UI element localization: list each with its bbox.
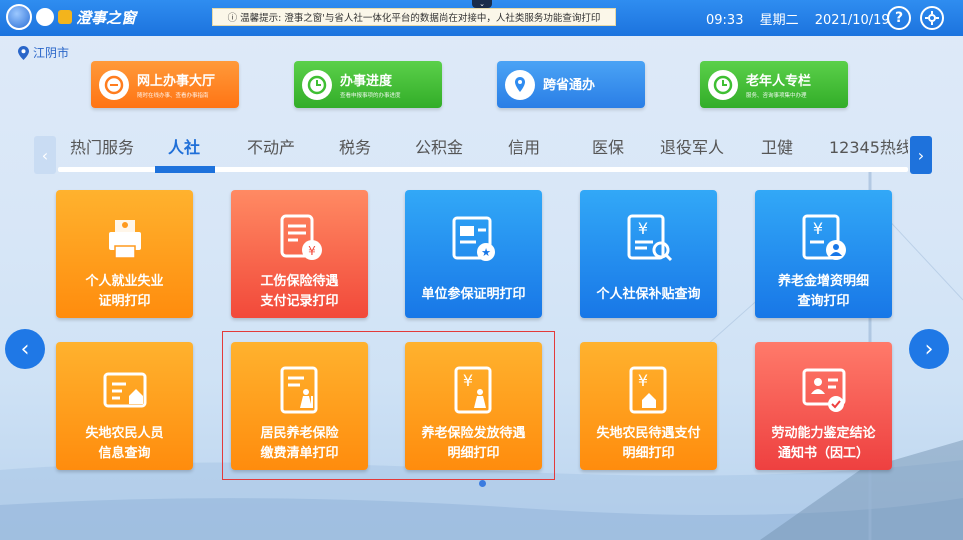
svg-text:¥: ¥ (812, 219, 822, 238)
tab-health[interactable]: 卫健 (761, 134, 793, 158)
yen-house-icon: ¥ (629, 366, 666, 414)
svg-text:★: ★ (481, 246, 491, 259)
svg-text:¥: ¥ (637, 371, 647, 390)
briefcase-certificate-icon: ★ (452, 216, 495, 261)
tile-label-line1: 个人社保补贴查询 (596, 287, 701, 302)
elderly-clock-icon (708, 69, 738, 100)
tile-label-line2: 通知书（因工） (777, 446, 869, 461)
chevron-right-icon: › (924, 336, 934, 362)
tile-label-line2: 证明打印 (98, 294, 151, 309)
tab-hotline-12345[interactable]: 12345热线 (829, 134, 908, 158)
quick-link-title: 网上办事大厅 (137, 74, 216, 89)
page-prev-button[interactable]: ‹ (5, 329, 45, 369)
quick-link-cross-province[interactable]: 跨省通办 (497, 61, 645, 108)
tab-veterans[interactable]: 退役军人 (660, 134, 724, 158)
date-text: 2021/10/19 (814, 13, 890, 28)
city-name: 江阴市 (33, 46, 70, 60)
tab-housing-fund[interactable]: 公积金 (415, 134, 463, 158)
map-pin-icon (505, 69, 535, 100)
tile-label-line1: 失地农民人员 (85, 426, 164, 441)
tile-label-line1: 养老金增资明细 (777, 274, 869, 289)
online-hall-icon (99, 69, 129, 100)
tile-label-line1: 失地农民待遇支付 (596, 426, 701, 441)
tab-real-estate[interactable]: 不动产 (247, 134, 295, 158)
settings-icon[interactable] (920, 6, 944, 30)
tile-landless-farmer-info[interactable]: 失地农民人员 信息查询 (56, 342, 193, 470)
app-logo: 澄事之窗 (6, 4, 136, 30)
tab-active-indicator (155, 166, 215, 173)
category-tabs: 热门服务 人社 不动产 税务 公积金 信用 医保 退役军人 卫健 12345热线 (58, 126, 908, 176)
document-yen-icon: ¥ (280, 214, 322, 260)
svg-text:¥: ¥ (637, 219, 647, 238)
top-bar: 澄事之窗 ⌄ ⓘ 温馨提示: 澄事之窗'与省人社一体化平台的数据尚在对接中，人社… (0, 0, 963, 36)
tile-personal-subsidy-query[interactable]: ¥ 个人社保补贴查询 (580, 190, 717, 318)
gov-emblem-icon (36, 8, 54, 26)
quick-link-subtitle: 服务、咨询事项集中办理 (746, 93, 807, 99)
chevron-right-icon: › (917, 145, 925, 165)
chevron-left-icon: ‹ (20, 336, 30, 362)
tabs-scroll-right-button[interactable]: › (910, 136, 932, 174)
page-next-button[interactable]: › (909, 329, 949, 369)
quick-link-title: 跨省通办 (543, 78, 596, 93)
tile-pension-increase-detail[interactable]: ¥ 养老金增资明细 查询打印 (755, 190, 892, 318)
tile-label-line2: 查询打印 (797, 294, 850, 309)
tab-tax[interactable]: 税务 (339, 134, 371, 158)
question-icon[interactable]: ? (887, 6, 911, 30)
home-globe-icon[interactable] (6, 4, 32, 30)
tab-medical-insurance[interactable]: 医保 (592, 134, 624, 158)
certificate-person-icon (802, 368, 845, 412)
tabs-scroll-left-button[interactable]: ‹ (34, 136, 56, 174)
quick-link-subtitle: 随时在线办事、查看办事指南 (137, 93, 209, 99)
tile-label-line2: 明细打印 (622, 446, 675, 461)
tile-label-line1: 工伤保险待遇 (260, 274, 339, 289)
chevron-down-icon[interactable]: ⌄ (472, 0, 492, 8)
yen-document-elder-icon: ¥ (802, 214, 846, 260)
printer-person-icon (108, 220, 141, 259)
tab-credit[interactable]: 信用 (508, 134, 540, 158)
brand-badge-icon (58, 10, 72, 24)
tile-label-line2: 支付记录打印 (260, 294, 339, 309)
quick-link-subtitle: 查看申报事项的办事进度 (340, 93, 401, 99)
tab-human-resources[interactable]: 人社 (168, 134, 200, 158)
notice-banner: ⓘ 温馨提示: 澄事之窗'与省人社一体化平台的数据尚在对接中，人社类服务功能查询… (212, 8, 616, 26)
highlight-box (222, 331, 555, 480)
document-house-icon (103, 372, 146, 408)
yen-document-search-icon: ¥ (627, 214, 672, 262)
app-title: 澄事之窗 (76, 8, 137, 27)
datetime-display: 09:33 星期二 2021/10/19 (706, 9, 902, 28)
progress-clock-icon (302, 69, 332, 100)
tile-injury-insurance-record[interactable]: ¥ 工伤保险待遇 支付记录打印 (231, 190, 368, 318)
tile-label-line1: 劳动能力鉴定结论 (771, 426, 876, 441)
city-selector[interactable]: 江阴市 (18, 44, 69, 61)
tile-labor-capacity-notice[interactable]: 劳动能力鉴定结论 通知书（因工） (755, 342, 892, 470)
quick-link-elderly[interactable]: 老年人专栏服务、咨询事项集中办理 (700, 61, 848, 108)
time-text: 09:33 (706, 13, 744, 28)
tab-hot-services[interactable]: 热门服务 (70, 134, 134, 158)
weekday-text: 星期二 (759, 13, 799, 28)
tile-employment-certificate[interactable]: 个人就业失业 证明打印 (56, 190, 193, 318)
quick-link-progress[interactable]: 办事进度查看申报事项的办事进度 (294, 61, 442, 108)
chevron-left-icon: ‹ (41, 145, 49, 165)
tile-label-line2: 信息查询 (98, 446, 151, 461)
location-pin-icon (18, 45, 29, 60)
quick-link-title: 老年人专栏 (746, 74, 812, 89)
tile-unit-insurance-certificate[interactable]: ★ 单位参保证明打印 (405, 190, 542, 318)
tile-label-line1: 个人就业失业 (85, 274, 164, 289)
page-indicator-dot[interactable] (479, 480, 486, 487)
tile-label-line1: 单位参保证明打印 (421, 287, 526, 302)
svg-text:¥: ¥ (308, 244, 316, 258)
quick-link-title: 办事进度 (340, 74, 393, 89)
quick-link-online-hall[interactable]: 网上办事大厅随时在线办事、查看办事指南 (91, 61, 239, 108)
tile-landless-farmer-payment[interactable]: ¥ 失地农民待遇支付 明细打印 (580, 342, 717, 470)
